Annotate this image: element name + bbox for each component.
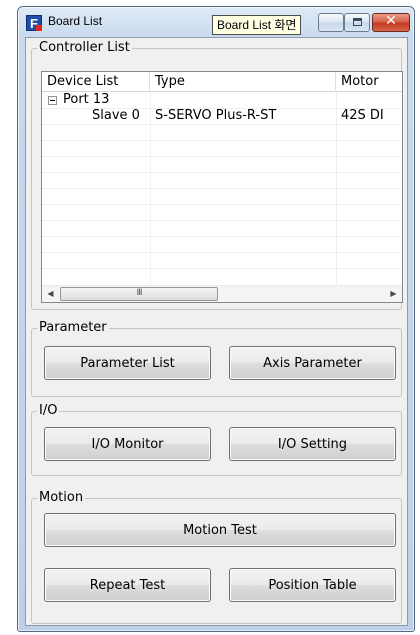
- parameter-group: Parameter Parameter List Axis Parameter: [31, 320, 402, 397]
- io-monitor-button[interactable]: I/O Monitor: [44, 427, 211, 461]
- column-header-motor[interactable]: Motor: [336, 72, 402, 92]
- repeat-test-button[interactable]: Repeat Test: [44, 568, 211, 602]
- grid-row-line: [42, 236, 402, 237]
- close-button[interactable]: ✕: [372, 13, 410, 32]
- horizontal-scrollbar[interactable]: ◀ III ▶: [42, 285, 402, 302]
- io-group-label: I/O: [37, 403, 60, 419]
- close-icon: ✕: [385, 13, 397, 29]
- column-header-type[interactable]: Type: [150, 72, 336, 92]
- window-title-tooltip: Board List 화면: [212, 15, 302, 35]
- parameter-list-button[interactable]: Parameter List: [44, 346, 211, 380]
- window-title: Board List: [48, 14, 103, 28]
- grid-row-line: [42, 204, 402, 205]
- grid-row-line: [42, 124, 402, 125]
- grid-row-line: [42, 268, 402, 269]
- grid-row-line: [42, 140, 402, 141]
- position-table-button[interactable]: Position Table: [229, 568, 396, 602]
- collapse-minus-icon[interactable]: [48, 96, 57, 105]
- motion-test-button[interactable]: Motion Test: [44, 513, 396, 547]
- controller-list-view[interactable]: Device List Type Motor Port 13 Slave 0 S…: [41, 71, 403, 303]
- app-logo-icon[interactable]: F: [26, 15, 42, 31]
- motion-group: Motion Motion Test Repeat Test Position …: [31, 490, 402, 624]
- grid-row-line: [42, 156, 402, 157]
- grid-row-line: [42, 188, 402, 189]
- scroll-thumb[interactable]: III: [60, 287, 218, 301]
- scroll-right-arrow-icon[interactable]: ▶: [385, 286, 402, 302]
- device-cell: Port 13: [63, 92, 110, 107]
- controller-list-group-label: Controller List: [37, 40, 132, 56]
- list-item-slave[interactable]: Slave 0 S-SERVO Plus-R-ST 42S DI: [42, 108, 402, 124]
- motor-cell: 42S DI: [341, 108, 384, 123]
- minimize-button[interactable]: [318, 13, 344, 32]
- grid-row-line: [42, 252, 402, 253]
- scroll-left-arrow-icon[interactable]: ◀: [42, 286, 59, 302]
- parameter-group-label: Parameter: [37, 320, 109, 336]
- io-group: I/O I/O Monitor I/O Setting: [31, 403, 402, 476]
- device-cell: Slave 0: [92, 108, 140, 123]
- maximize-icon: [353, 18, 362, 26]
- grid-row-line: [42, 172, 402, 173]
- motion-group-label: Motion: [37, 490, 86, 506]
- grid-row-line: [42, 220, 402, 221]
- window-client-area: Controller List Device List Type Motor P…: [25, 37, 408, 626]
- maximize-button[interactable]: [344, 13, 370, 32]
- axis-parameter-button[interactable]: Axis Parameter: [229, 346, 396, 380]
- io-setting-button[interactable]: I/O Setting: [229, 427, 396, 461]
- list-header: Device List Type Motor: [42, 72, 402, 92]
- type-cell: S-SERVO Plus-R-ST: [155, 108, 277, 123]
- controller-list-group: Controller List Device List Type Motor P…: [31, 40, 403, 310]
- column-header-device-list[interactable]: Device List: [42, 72, 150, 92]
- list-item-port[interactable]: Port 13: [42, 92, 402, 108]
- board-list-window: F Board List ✕ Controller List Device Li…: [17, 6, 415, 632]
